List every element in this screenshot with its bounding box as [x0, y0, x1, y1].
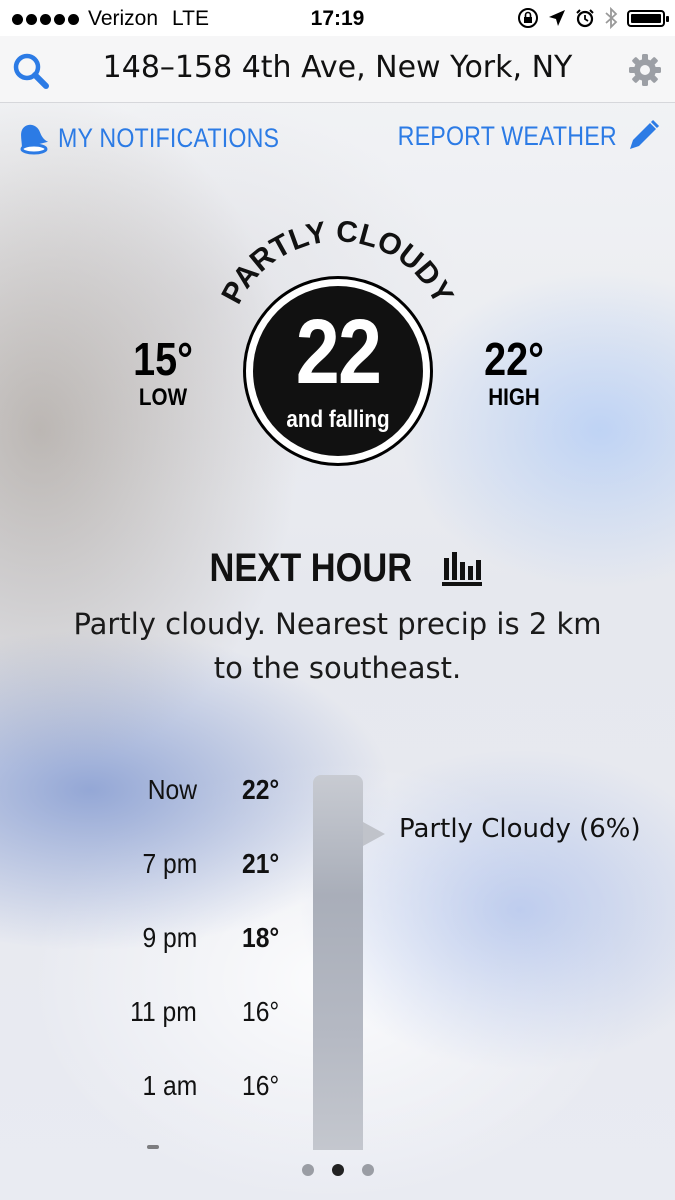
hourly-row: 11 pm 16°	[0, 996, 675, 1036]
high-label: HIGH	[488, 384, 540, 411]
pencil-icon	[630, 119, 660, 149]
status-bar: Verizon LTE 17:19	[0, 0, 675, 36]
hourly-row: 7 pm 21°	[0, 848, 675, 888]
hour-time: Now	[147, 774, 197, 805]
report-weather-label: REPORT WEATHER	[397, 120, 617, 151]
low-value: 15°	[133, 333, 193, 385]
hour-time: 7 pm	[142, 848, 197, 879]
search-icon	[13, 53, 49, 89]
hourly-row: 9 pm 18°	[0, 922, 675, 962]
next-hour-title: NEXT HOUR	[209, 546, 412, 590]
bluetooth-icon	[605, 7, 618, 29]
next-hour-description: Partly cloudy. Nearest precip is 2 km to…	[73, 607, 602, 685]
hour-temperature: 22°	[242, 774, 280, 805]
report-weather-button[interactable]: REPORT WEATHER	[362, 118, 661, 154]
bar-chart-icon	[442, 551, 483, 586]
settings-button[interactable]	[627, 52, 663, 92]
high-temperature: 22° HIGH	[474, 336, 554, 412]
next-hour-header[interactable]: NEXT HOUR	[0, 546, 675, 591]
current-temperature: 22	[295, 301, 382, 403]
my-notifications-label: MY NOTIFICATIONS	[58, 122, 280, 153]
rotation-lock-icon	[518, 8, 538, 28]
hour-time: 11 pm	[130, 996, 197, 1027]
low-label: LOW	[138, 384, 188, 411]
bell-icon	[20, 124, 49, 155]
location-arrow-icon	[549, 10, 565, 26]
hourly-row: 1 am 16°	[0, 1070, 675, 1110]
hour-time: 1 am	[142, 1070, 197, 1101]
location-title[interactable]: 148–158 4th Ave, New York, NY	[80, 50, 595, 85]
current-temperature-dial: 22 and falling	[243, 276, 433, 466]
high-value: 22°	[484, 333, 544, 385]
hour-temperature: 16°	[242, 996, 280, 1027]
hour-temperature: 16°	[242, 1070, 280, 1101]
temperature-trend: and falling	[286, 406, 390, 433]
action-row: MY NOTIFICATIONS REPORT WEATHER	[0, 118, 675, 162]
low-temperature: 15° LOW	[128, 336, 198, 412]
page-dot[interactable]	[301, 1164, 314, 1176]
timeline-pointer	[363, 822, 385, 846]
my-notifications-button[interactable]: MY NOTIFICATIONS	[14, 118, 315, 158]
dial-face: 22 and falling	[253, 286, 423, 456]
hour-time: 9 pm	[142, 922, 197, 953]
alarm-icon	[576, 9, 594, 28]
battery-icon	[627, 9, 669, 27]
hourly-row: Now 22°	[0, 774, 675, 814]
hourly-row-partial	[147, 1145, 159, 1149]
gear-icon	[629, 54, 661, 86]
page-indicator[interactable]	[0, 1164, 675, 1176]
forecast-condition-label: Partly Cloudy (6%)	[399, 814, 641, 844]
search-button[interactable]	[12, 52, 50, 94]
hour-temperature: 18°	[242, 922, 280, 953]
location-header: 148–158 4th Ave, New York, NY	[0, 36, 675, 103]
page-dot[interactable]	[361, 1164, 374, 1176]
page-dot-active[interactable]	[331, 1164, 344, 1176]
hour-temperature: 21°	[242, 848, 280, 879]
status-right	[517, 7, 669, 29]
